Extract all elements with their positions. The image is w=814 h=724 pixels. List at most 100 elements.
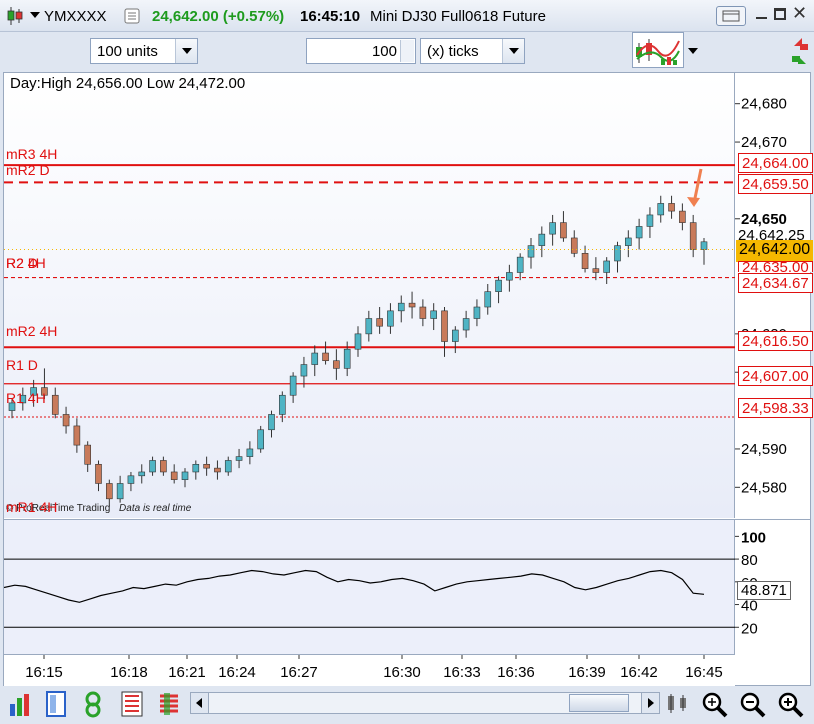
title-bar: YMXXXX 24,642.00 (+0.57%) 16:45:10 Mini … xyxy=(0,0,814,32)
price-axis-canvas: 24,68024,67024,65024,62024,61024,59024,5… xyxy=(735,96,787,496)
candle-body xyxy=(333,360,340,369)
candle-body xyxy=(279,394,286,415)
copy-icon[interactable] xyxy=(124,8,140,24)
day-range-label: Day:High 24,656.00 Low 24,472.00 xyxy=(10,75,246,92)
chevron-right-icon xyxy=(648,698,654,708)
clock-time: 16:45:10 xyxy=(300,8,361,25)
ticks-value: (x) ticks xyxy=(427,42,479,60)
horizontal-scrollbar[interactable] xyxy=(190,692,660,714)
oscillator-tick-label: 100 xyxy=(741,529,766,546)
time-tick-label: 16:33 xyxy=(443,664,481,681)
candle-body xyxy=(149,460,156,473)
time-axis: 16:15 16:18 16:21 16:24 16:27 16:30 16:33 16:36… xyxy=(4,654,735,686)
candle-body xyxy=(614,245,621,262)
bar-chart-icon[interactable] xyxy=(8,690,36,718)
candle-body xyxy=(246,448,254,457)
time-tick-label: 16:45 xyxy=(685,664,723,681)
current-price-box: 24,642.00 xyxy=(736,240,814,262)
candle-body xyxy=(289,375,297,396)
chart-style-button[interactable] xyxy=(632,32,684,68)
time-tick-label: 16:36 xyxy=(497,664,535,681)
chart-style-menu-icon[interactable] xyxy=(688,48,698,54)
candle-body xyxy=(106,483,113,500)
candle-body xyxy=(560,222,567,239)
price-tick-label: 24,590 xyxy=(741,441,787,458)
level-box-mr2-d: 24,659.50 xyxy=(738,174,813,194)
ticks-dropdown[interactable]: (x) ticks xyxy=(420,38,525,64)
candle-body xyxy=(354,333,362,350)
level-box-mr2-4h: 24,616.50 xyxy=(738,331,813,351)
maximize-button[interactable] xyxy=(774,8,786,20)
chevron-down-icon[interactable] xyxy=(502,39,524,63)
price-tick-label: 24,670 xyxy=(741,134,787,151)
minimize-button[interactable] xyxy=(754,8,768,22)
candle-body xyxy=(506,272,513,281)
time-tick-label: 16:39 xyxy=(568,664,606,681)
symbol-menu-icon[interactable] xyxy=(30,12,40,18)
zoom-in-icon[interactable] xyxy=(776,690,804,718)
quantity-value: 100 xyxy=(371,42,397,60)
time-axis-canvas: 16:15 16:18 16:21 16:24 16:27 16:30 16:33 16:36… xyxy=(25,655,723,681)
oscillator-value-box: 48.871 xyxy=(737,581,791,600)
candle-body xyxy=(365,318,373,335)
candle-body xyxy=(192,463,200,473)
candlestick-icon[interactable] xyxy=(6,6,24,26)
candle-body xyxy=(257,429,264,450)
zoom-out-icon[interactable] xyxy=(738,690,766,718)
candle-body xyxy=(311,352,319,365)
candle-body xyxy=(397,302,405,312)
symbol-label[interactable]: YMXXXX xyxy=(44,8,107,25)
scroll-end-icon[interactable] xyxy=(666,692,692,716)
stepper-arrows-icon[interactable] xyxy=(400,40,414,62)
close-button[interactable]: ✕ xyxy=(792,3,807,24)
candle-body xyxy=(51,394,59,415)
candle-body xyxy=(668,203,675,212)
units-dropdown[interactable]: 100 units xyxy=(90,38,198,64)
candle-body xyxy=(235,456,243,461)
candle-body xyxy=(203,463,210,469)
candle-body xyxy=(84,444,91,465)
level-box-r2-4h: 24,634.67 xyxy=(738,273,813,293)
price-axis[interactable]: 24,68024,67024,65024,62024,61024,59024,5… xyxy=(735,73,810,518)
level-box-r1-d: 24,607.00 xyxy=(738,366,813,386)
time-tick-label: 16:24 xyxy=(218,664,256,681)
reverse-arrows-icon[interactable] xyxy=(788,34,812,70)
chevron-left-icon xyxy=(196,698,202,708)
indicator-icon[interactable] xyxy=(82,690,110,718)
candle-body xyxy=(700,241,708,250)
scroll-left-button[interactable] xyxy=(191,693,209,713)
candle-body xyxy=(462,318,470,331)
price-tick-label: 24,580 xyxy=(741,479,787,496)
units-value: 100 units xyxy=(97,42,158,60)
quantity-stepper[interactable]: 100 xyxy=(306,38,416,64)
candle-body xyxy=(646,214,654,227)
level-label-mr1-4h: mR1 4H xyxy=(6,499,58,515)
scroll-thumb[interactable] xyxy=(569,694,629,712)
scroll-right-button[interactable] xyxy=(641,693,659,713)
candle-body xyxy=(603,260,610,273)
candle-body xyxy=(376,318,383,327)
candle-body xyxy=(581,253,589,269)
candle-body xyxy=(343,348,351,369)
drawing-icon[interactable] xyxy=(120,690,148,718)
window-menu-button[interactable] xyxy=(716,6,746,26)
candle-body xyxy=(224,460,232,473)
time-tick-label: 16:21 xyxy=(168,664,206,681)
zoom-fit-icon[interactable] xyxy=(700,690,728,718)
chevron-down-icon[interactable] xyxy=(175,39,197,63)
instrument-name: Mini DJ30 Full0618 Future xyxy=(370,8,546,25)
level-box-r1-4h: 24,598.33 xyxy=(738,398,813,418)
list-icon[interactable] xyxy=(156,690,184,718)
candle-body xyxy=(116,483,124,500)
candle-body xyxy=(387,310,394,327)
candle-body xyxy=(419,306,427,319)
oscillator-panel[interactable] xyxy=(3,519,735,654)
candle-body xyxy=(268,414,275,431)
candle-body xyxy=(127,475,135,484)
price-chart[interactable]: Day:High 24,656.00 Low 24,472.00 © ProRe… xyxy=(4,73,735,518)
layout-icon[interactable] xyxy=(44,690,72,718)
data-note: Data is real time xyxy=(119,503,192,514)
hidden-price-box: 24,635.00 xyxy=(738,261,813,272)
candle-body xyxy=(538,233,546,246)
candle-body xyxy=(62,414,70,427)
